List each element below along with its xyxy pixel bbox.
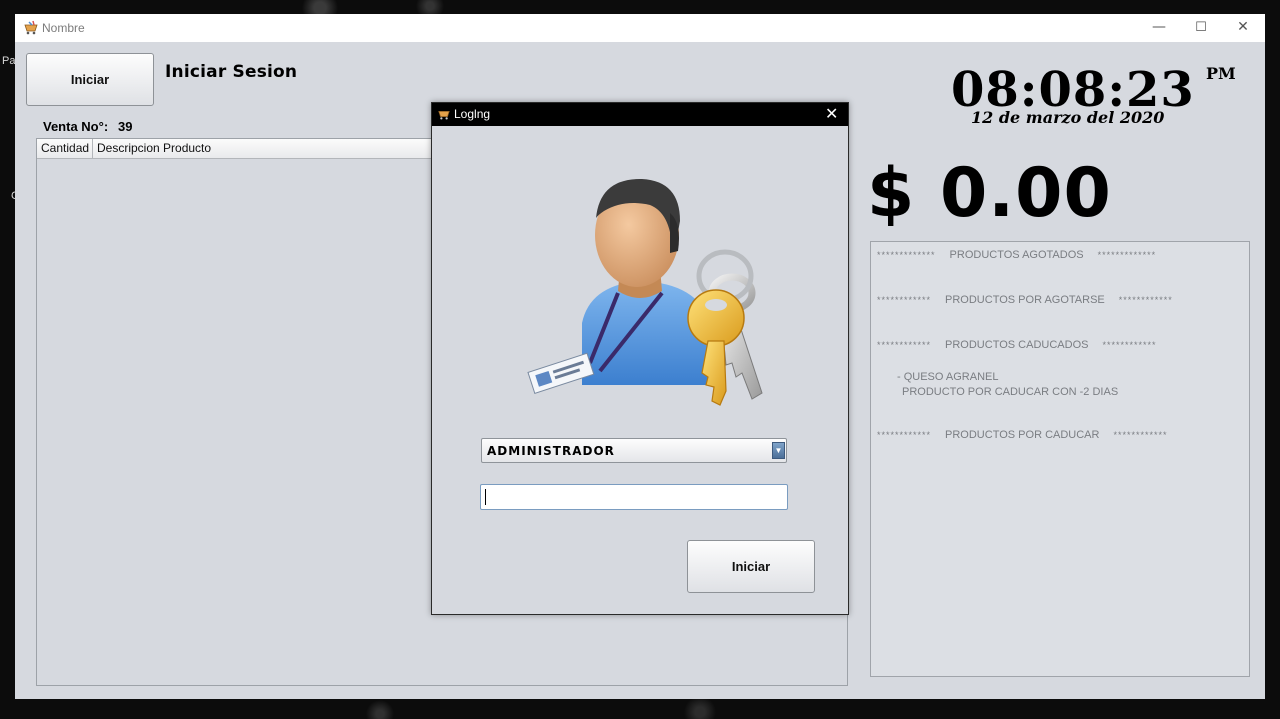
list-item: PRODUCTO POR CADUCAR CON -2 DIAS bbox=[902, 386, 1119, 398]
section-title: PRODUCTOS POR AGOTARSE bbox=[945, 294, 1105, 306]
venta-number: 39 bbox=[118, 119, 133, 134]
section-title: PRODUCTOS POR CADUCAR bbox=[945, 429, 1100, 441]
stars-divider: ************ bbox=[1118, 295, 1173, 305]
dialog-titlebar[interactable]: Loglng ✕ bbox=[432, 103, 848, 126]
stars-divider: ************* bbox=[877, 250, 936, 260]
session-title: Iniciar Sesion bbox=[165, 62, 298, 82]
user-select[interactable]: ADMINISTRADOR ▼ bbox=[481, 438, 787, 463]
login-iniciar-button[interactable]: Iniciar bbox=[687, 540, 815, 593]
text-caret bbox=[485, 489, 486, 505]
app-icon bbox=[438, 111, 450, 120]
stars-divider: ************* bbox=[1097, 250, 1157, 260]
stars-divider: ************ bbox=[1102, 340, 1157, 350]
section-title: PRODUCTOS AGOTADOS bbox=[949, 249, 1084, 261]
stars-divider: ************ bbox=[877, 340, 932, 350]
maximize-button[interactable]: ☐ bbox=[1179, 14, 1223, 42]
minimize-button[interactable]: — bbox=[1137, 14, 1181, 42]
login-dialog: Loglng ✕ ADMINISTRADOR ▼ Iniciar bbox=[431, 102, 849, 615]
stars-divider: ************ bbox=[877, 295, 932, 305]
user-with-keys-icon bbox=[527, 178, 763, 406]
list-item: - QUESO AGRANEL bbox=[897, 371, 999, 383]
clock-date: 12 de marzo del 2020 bbox=[971, 108, 1165, 127]
desktop-label: Pa bbox=[2, 55, 16, 67]
app-icon bbox=[24, 20, 38, 35]
stars-divider: ************ bbox=[1113, 430, 1168, 440]
password-field[interactable] bbox=[480, 484, 788, 510]
venta-label: Venta No°: bbox=[43, 119, 109, 134]
chevron-down-icon[interactable]: ▼ bbox=[772, 442, 785, 459]
dialog-title: Loglng bbox=[454, 107, 491, 121]
close-button[interactable]: ✕ bbox=[1221, 14, 1265, 42]
caducados-list: - QUESO AGRANEL PRODUCTO POR CADUCAR CON… bbox=[897, 370, 1118, 400]
window-title: Nombre bbox=[42, 21, 85, 35]
iniciar-button[interactable]: Iniciar bbox=[26, 53, 154, 106]
dialog-close-button[interactable]: ✕ bbox=[825, 104, 838, 123]
inventory-status-panel: ************* PRODUCTOS AGOTADOS *******… bbox=[870, 241, 1250, 677]
window-titlebar[interactable]: Nombre — ☐ ✕ bbox=[15, 14, 1265, 42]
sale-total: $ 0.00 bbox=[867, 154, 1112, 233]
column-header-cantidad[interactable]: Cantidad bbox=[37, 139, 93, 159]
clock-ampm: PM bbox=[1206, 64, 1236, 83]
section-title: PRODUCTOS CADUCADOS bbox=[945, 339, 1089, 351]
user-select-value: ADMINISTRADOR bbox=[487, 444, 615, 458]
stars-divider: ************ bbox=[877, 430, 932, 440]
